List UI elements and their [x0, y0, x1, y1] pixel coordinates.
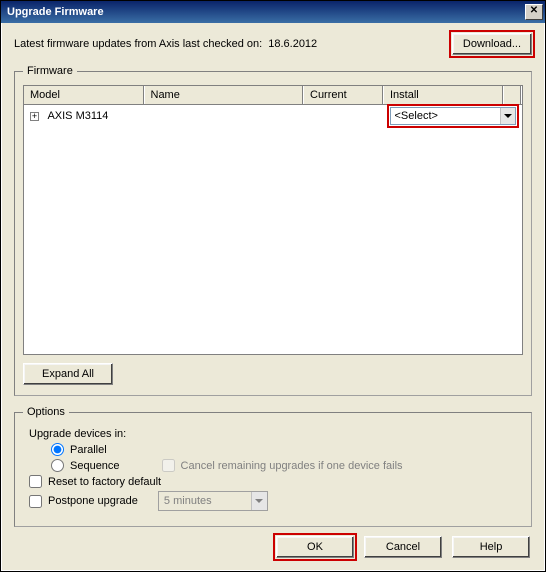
firmware-table: Model Name Current Install + AXIS M3114	[24, 86, 522, 127]
options-legend: Options	[23, 406, 69, 418]
postpone-value: 5 minutes	[164, 495, 212, 507]
button-bar: OK Cancel Help	[276, 536, 530, 558]
firmware-group: Firmware Model Name Current Install	[14, 65, 532, 396]
chevron-down-icon	[500, 108, 515, 124]
status-row: Latest firmware updates from Axis last c…	[14, 33, 532, 55]
postpone-label: Postpone upgrade	[48, 495, 138, 507]
ok-button[interactable]: OK	[276, 536, 354, 558]
options-group: Options Upgrade devices in: Parallel Seq…	[14, 406, 532, 527]
status-date: 18.6.2012	[268, 38, 317, 50]
col-install[interactable]: Install	[384, 86, 504, 105]
titlebar: Upgrade Firmware ✕	[1, 1, 545, 23]
sequence-radio[interactable]	[51, 459, 64, 472]
cancel-remaining-checkbox	[162, 459, 175, 472]
expand-all-button[interactable]: Expand All	[23, 363, 113, 385]
col-name[interactable]: Name	[144, 86, 304, 105]
col-current[interactable]: Current	[304, 86, 384, 105]
firmware-table-wrap: Model Name Current Install + AXIS M3114	[23, 85, 523, 355]
postpone-select: 5 minutes	[158, 491, 268, 511]
reset-checkbox[interactable]	[29, 475, 42, 488]
window-title: Upgrade Firmware	[7, 6, 104, 18]
cancel-button[interactable]: Cancel	[364, 536, 442, 558]
chevron-down-icon	[251, 492, 267, 510]
parallel-label: Parallel	[70, 444, 107, 456]
help-button[interactable]: Help	[452, 536, 530, 558]
status-text: Latest firmware updates from Axis last c…	[14, 38, 262, 50]
sequence-label: Sequence	[70, 460, 120, 472]
table-header-row: Model Name Current Install	[24, 86, 522, 105]
col-model[interactable]: Model	[24, 86, 144, 105]
cell-model: AXIS M3114	[47, 110, 108, 122]
expand-icon[interactable]: +	[30, 112, 39, 121]
cell-name	[144, 105, 304, 128]
postpone-checkbox[interactable]	[29, 495, 42, 508]
upgrade-in-label: Upgrade devices in:	[29, 428, 517, 440]
col-spacer	[504, 86, 522, 105]
install-select[interactable]: <Select>	[390, 107, 516, 125]
parallel-radio[interactable]	[51, 443, 64, 456]
firmware-legend: Firmware	[23, 65, 77, 77]
close-icon[interactable]: ✕	[525, 4, 543, 20]
table-row[interactable]: + AXIS M3114 <Select>	[24, 105, 522, 128]
client-area: Latest firmware updates from Axis last c…	[2, 23, 544, 570]
reset-label: Reset to factory default	[48, 476, 161, 488]
install-select-value: <Select>	[395, 110, 438, 122]
download-button[interactable]: Download...	[452, 33, 532, 55]
cell-current	[304, 105, 384, 128]
cancel-remaining-label: Cancel remaining upgrades if one device …	[181, 460, 403, 472]
